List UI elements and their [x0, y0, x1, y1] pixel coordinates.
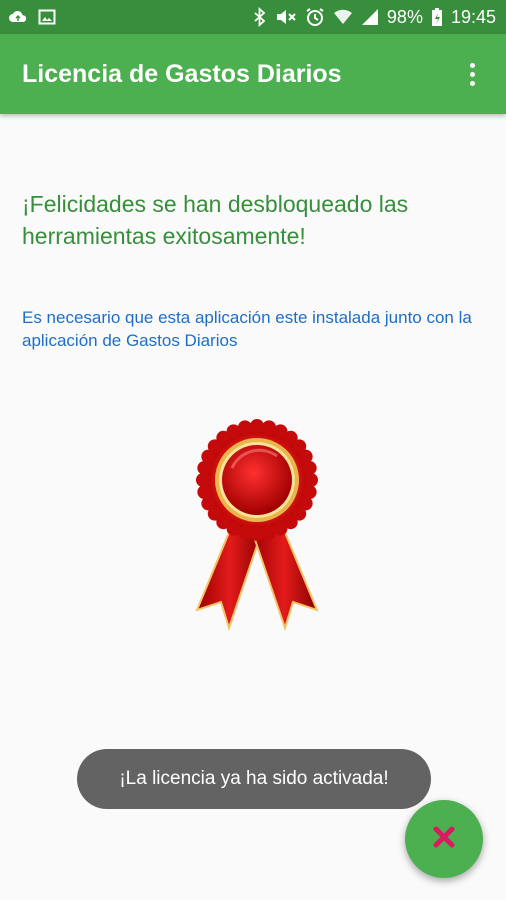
close-fab-button[interactable]	[405, 800, 483, 878]
overflow-menu-icon[interactable]	[460, 54, 484, 94]
rosette-scallop	[250, 419, 264, 433]
signal-icon	[361, 8, 379, 26]
rosette-scallop	[304, 473, 318, 487]
wifi-icon	[333, 8, 353, 26]
alarm-icon	[305, 7, 325, 27]
rosette-scallop	[196, 473, 210, 487]
bluetooth-icon	[253, 7, 267, 27]
status-bar: 98% 19:45	[0, 0, 506, 34]
rosette-scallop	[262, 525, 277, 540]
battery-percent: 98%	[386, 7, 423, 27]
close-icon	[432, 825, 456, 854]
clock: 19:45	[450, 7, 496, 27]
app-title: Licencia de Gastos Diarios	[22, 59, 342, 88]
app-bar: Licencia de Gastos Diarios	[0, 34, 506, 114]
image-icon	[38, 8, 56, 26]
award-ribbon-icon	[187, 418, 327, 638]
success-headline: ¡Felicidades se han desbloqueado las her…	[22, 191, 409, 249]
rosette-scallop	[302, 460, 317, 475]
battery-charging-icon	[431, 7, 443, 27]
rosette-scallop	[250, 527, 264, 541]
info-message: Es necesario que esta aplicación este in…	[22, 308, 472, 350]
rosette-scallop	[237, 420, 252, 435]
toast-message: ¡La licencia ya ha sido activada!	[77, 749, 431, 809]
rosette-scallop	[197, 485, 212, 500]
cloud-sync-icon	[8, 8, 28, 26]
mute-icon	[275, 7, 297, 27]
